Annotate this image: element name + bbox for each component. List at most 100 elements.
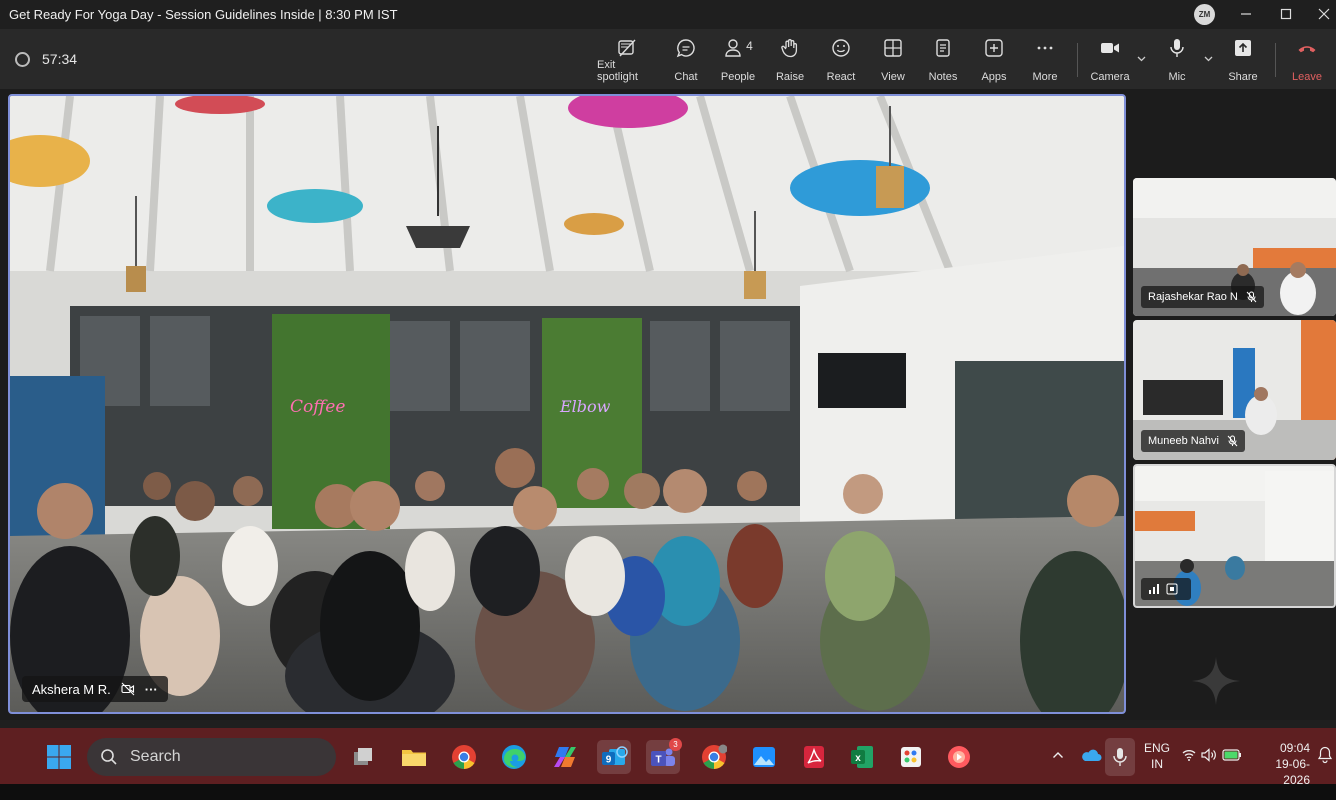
- people-count: 4: [746, 39, 753, 53]
- notification-bell-icon[interactable]: [1318, 746, 1332, 764]
- screen-bottom-edge: [0, 784, 1336, 800]
- mic-button[interactable]: Mic: [1163, 37, 1191, 83]
- copilot-sparkle-icon: [1192, 657, 1240, 705]
- region-code: IN: [1151, 757, 1163, 771]
- input-language-indicator[interactable]: ENG IN: [1144, 740, 1170, 772]
- participant-tile[interactable]: Rajashekar Rao N: [1133, 178, 1336, 316]
- react-icon: [832, 39, 850, 57]
- participant-name-tag: [1141, 578, 1191, 600]
- react-button[interactable]: React: [826, 37, 856, 83]
- taskbar-search[interactable]: Search: [87, 738, 336, 776]
- spotlight-video-feed: Coffee Elbow: [10, 96, 1124, 712]
- apps-icon: [985, 39, 1003, 57]
- copilot-icon: [554, 747, 576, 767]
- paint-button[interactable]: [894, 740, 928, 774]
- participant-name-tag: Rajashekar Rao N: [1141, 286, 1264, 308]
- leave-label: Leave: [1292, 71, 1322, 83]
- notes-button[interactable]: Notes: [927, 37, 959, 83]
- notes-label: Notes: [928, 71, 958, 83]
- close-button[interactable]: [1310, 2, 1336, 26]
- camera-label: Camera: [1090, 71, 1130, 83]
- chrome-button[interactable]: [447, 740, 481, 774]
- video-off-icon: [121, 682, 135, 696]
- meeting-timer: 57:34: [15, 51, 77, 67]
- camera-button[interactable]: Camera: [1090, 37, 1130, 83]
- participant-name: Rajashekar Rao N: [1148, 291, 1238, 303]
- teams-button[interactable]: T 3: [646, 738, 682, 774]
- task-view-button[interactable]: [346, 740, 380, 774]
- close-icon: [1318, 8, 1330, 20]
- view-label: View: [881, 71, 905, 83]
- microphone-icon: [1113, 748, 1127, 766]
- photos-icon: [753, 747, 775, 767]
- battery-charging-icon[interactable]: [1222, 747, 1242, 763]
- show-hidden-icons-chevron-icon[interactable]: [1052, 750, 1064, 760]
- leave-icon: [1298, 46, 1316, 53]
- windows-start-icon[interactable]: [46, 744, 72, 770]
- file-explorer-icon: [402, 750, 426, 766]
- spotlight-more-button[interactable]: ···: [145, 682, 158, 697]
- apps-label: Apps: [981, 71, 1007, 83]
- people-icon: [725, 39, 741, 57]
- onedrive-icon[interactable]: [1080, 746, 1102, 764]
- outlook-icon: 9: [602, 746, 628, 766]
- toolbar-separator: [1077, 43, 1078, 77]
- profile-avatar[interactable]: ZM: [1194, 4, 1215, 25]
- volume-icon[interactable]: [1201, 748, 1217, 762]
- participant-tile-active[interactable]: [1133, 464, 1336, 608]
- react-label: React: [826, 71, 856, 83]
- task-view-icon: [354, 748, 372, 765]
- camera-options-chevron-icon[interactable]: [1136, 53, 1147, 64]
- participant-tile[interactable]: Muneeb Nahvi: [1133, 320, 1336, 460]
- minimize-button[interactable]: [1232, 2, 1260, 26]
- chrome-profile-button[interactable]: [697, 740, 731, 774]
- mic-options-chevron-icon[interactable]: [1203, 53, 1214, 64]
- maximize-icon: [1280, 8, 1292, 20]
- mic-label: Mic: [1168, 71, 1186, 83]
- media-player-button[interactable]: [942, 740, 976, 774]
- raise-hand-button[interactable]: Raise: [775, 37, 805, 83]
- excel-icon: x: [851, 746, 873, 768]
- toolbar-separator: [1275, 43, 1276, 77]
- window-title: Get Ready For Yoga Day - Session Guideli…: [9, 7, 398, 22]
- system-clock[interactable]: 09:04 19-06-2026: [1254, 740, 1310, 788]
- wifi-icon[interactable]: [1182, 748, 1196, 762]
- svg-text:T: T: [655, 755, 661, 766]
- view-button[interactable]: View: [879, 37, 907, 83]
- microphone-in-use-button[interactable]: [1105, 738, 1135, 776]
- svg-text:x: x: [855, 753, 861, 764]
- chrome-icon: [452, 745, 476, 770]
- apps-button[interactable]: Apps: [980, 37, 1008, 83]
- chat-button[interactable]: Chat: [670, 37, 702, 83]
- participant-name: Muneeb Nahvi: [1148, 435, 1219, 447]
- spotlight-name-tag: Akshera M R. ···: [22, 676, 168, 702]
- svg-text:Elbow: Elbow: [559, 397, 611, 416]
- minimize-icon: [1241, 13, 1251, 15]
- file-explorer-button[interactable]: [397, 740, 431, 774]
- participant-name-tag: Muneeb Nahvi: [1141, 430, 1245, 452]
- share-button[interactable]: Share: [1228, 37, 1258, 83]
- edge-button[interactable]: [497, 740, 531, 774]
- screen-icon: [1166, 583, 1178, 595]
- spotlight-participant-name: Akshera M R.: [32, 681, 111, 697]
- search-icon: [101, 749, 117, 765]
- people-label: People: [720, 71, 756, 83]
- spotlight-video[interactable]: Coffee Elbow Akshera M R. ···: [8, 94, 1126, 714]
- copilot-button[interactable]: [548, 740, 582, 774]
- acrobat-button[interactable]: [797, 740, 831, 774]
- chrome-profile-icon: [702, 744, 727, 770]
- more-label: More: [1032, 71, 1058, 83]
- more-button[interactable]: More: [1030, 37, 1060, 83]
- leave-button[interactable]: Leave: [1291, 37, 1323, 83]
- photos-button[interactable]: [747, 740, 781, 774]
- exit-spotlight-label: Exit spotlight: [597, 59, 638, 83]
- outlook-button[interactable]: 9: [597, 740, 631, 774]
- exit-spotlight-icon: [618, 39, 636, 57]
- taskbar: Search 9 T 3 x ENG IN 09:04 19-06-2026: [0, 728, 1336, 787]
- excel-button[interactable]: x: [845, 740, 879, 774]
- maximize-button[interactable]: [1272, 2, 1300, 26]
- people-button[interactable]: 4 People: [718, 37, 758, 83]
- exit-spotlight-button[interactable]: Exit spotlight: [597, 37, 657, 83]
- timer-icon: [15, 51, 30, 67]
- speaking-indicator-icon: [1149, 584, 1159, 594]
